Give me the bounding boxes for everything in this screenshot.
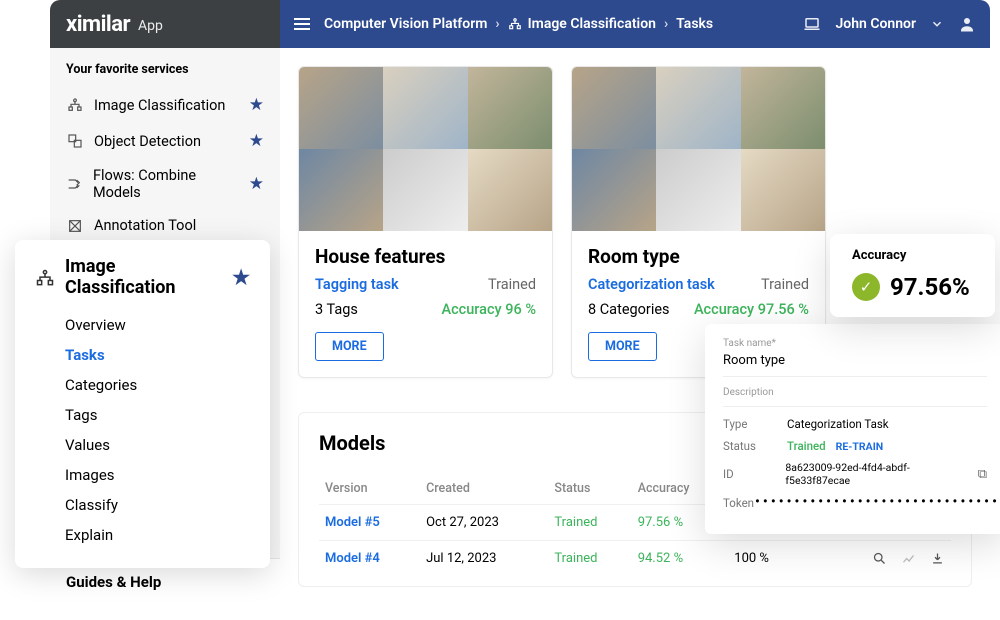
- chevron-right-icon: ›: [664, 16, 668, 32]
- card-accuracy: Accuracy 97.56 %: [694, 301, 809, 318]
- more-button[interactable]: MORE: [588, 332, 657, 361]
- flows-icon: [66, 176, 83, 192]
- sidebar-item-label: Image Classification: [94, 97, 225, 114]
- classification-icon: [66, 97, 84, 113]
- sidebar-item-label: Annotation Tool: [94, 217, 196, 234]
- detail-token: ••••••••••••••••••••••••••••••••••••••••: [754, 496, 1000, 509]
- submenu-item-overview[interactable]: Overview: [65, 310, 250, 340]
- sidebar-item-label: Flows: Combine Models: [93, 167, 239, 201]
- task-type-link[interactable]: Tagging task: [315, 276, 399, 293]
- model-accuracy: 94.52 %: [632, 541, 729, 577]
- breadcrumb-item[interactable]: Tasks: [676, 16, 713, 32]
- submenu-item-categories[interactable]: Categories: [65, 370, 250, 400]
- detail-name-label: Task name*: [723, 338, 987, 349]
- accuracy-value: 97.56%: [890, 273, 970, 301]
- card-thumbnails: [299, 67, 552, 231]
- card-title: House features: [315, 245, 536, 268]
- star-icon[interactable]: ★: [249, 131, 264, 151]
- chevron-down-icon[interactable]: [930, 16, 944, 32]
- logo-sub: App: [138, 18, 163, 34]
- detail-desc-label: Description: [723, 387, 987, 407]
- star-icon[interactable]: ★: [232, 265, 250, 289]
- detection-icon: [66, 133, 84, 149]
- card-thumbnails: [572, 67, 825, 231]
- annotation-icon: [66, 218, 84, 234]
- col-version: Version: [319, 473, 420, 505]
- submenu-item-images[interactable]: Images: [65, 460, 250, 490]
- card-meta: 8 Categories: [588, 301, 670, 318]
- breadcrumb-item[interactable]: Computer Vision Platform: [324, 16, 487, 32]
- accuracy-label: Accuracy: [852, 248, 973, 263]
- sidebar-title: Your favorite services: [50, 62, 280, 87]
- detail-type-label: Type: [723, 417, 787, 431]
- sidebar-item-flows[interactable]: Flows: Combine Models ★: [50, 159, 280, 209]
- accuracy-card: Accuracy ✓ 97.56%: [830, 234, 995, 317]
- sidebar-item-detection[interactable]: Object Detection ★: [50, 123, 280, 159]
- model-status: Trained: [548, 541, 631, 577]
- task-type-link[interactable]: Categorization task: [588, 276, 715, 293]
- detail-status-label: Status: [723, 439, 787, 453]
- sidebar-item-annotation[interactable]: Annotation Tool: [50, 209, 280, 242]
- submenu-title: Image Classification: [65, 256, 222, 298]
- classification-icon: [508, 16, 522, 32]
- menu-icon[interactable]: [294, 18, 310, 30]
- chart-icon[interactable]: [901, 551, 916, 566]
- laptop-icon[interactable]: [803, 15, 821, 33]
- submenu-item-tags[interactable]: Tags: [65, 400, 250, 430]
- table-row: Model #4 Jul 12, 2023Trained94.52 %100 %: [319, 541, 951, 577]
- sidebar-item-label: Object Detection: [94, 133, 201, 150]
- submenu-item-tasks[interactable]: Tasks: [65, 340, 250, 370]
- card-status: Trained: [761, 276, 809, 293]
- task-detail-panel: Task name* Room type Description Type Ca…: [705, 324, 1000, 534]
- check-icon: ✓: [852, 273, 880, 301]
- download-icon[interactable]: [930, 551, 945, 566]
- breadcrumb-item[interactable]: Image Classification: [528, 16, 656, 32]
- detail-token-label: Token: [723, 496, 754, 510]
- star-icon[interactable]: ★: [249, 95, 264, 115]
- detail-id-label: ID: [723, 467, 785, 481]
- star-icon[interactable]: ★: [249, 174, 264, 194]
- detail-type: Categorization Task: [787, 417, 889, 431]
- magnify-icon[interactable]: [872, 551, 887, 566]
- logo-text: ximilar: [66, 12, 130, 37]
- model-status: Trained: [548, 505, 631, 541]
- card-accuracy: Accuracy 96 %: [441, 301, 536, 318]
- logo-area: ximilar App: [50, 0, 280, 48]
- task-card-house[interactable]: House features Tagging task Trained 3 Ta…: [298, 66, 553, 378]
- classification-icon: [35, 266, 55, 287]
- submenu-card: Image Classification ★ OverviewTasksCate…: [15, 240, 270, 568]
- model-created: Oct 27, 2023: [420, 505, 548, 541]
- card-meta: 3 Tags: [315, 301, 358, 318]
- user-name[interactable]: John Connor: [835, 16, 916, 32]
- copy-icon[interactable]: ⧉: [978, 467, 987, 482]
- model-link[interactable]: Model #4: [325, 551, 380, 566]
- model-created: Jul 12, 2023: [420, 541, 548, 577]
- card-title: Room type: [588, 245, 809, 268]
- col-status: Status: [548, 473, 631, 505]
- nav-bar: Computer Vision Platform › Image Classif…: [280, 0, 990, 48]
- card-status: Trained: [488, 276, 536, 293]
- detail-id: 8a623009-92ed-4fd4-abdf-f5e33f87ecae: [785, 461, 969, 487]
- detail-status: Trained: [787, 439, 826, 453]
- chevron-right-icon: ›: [495, 16, 499, 32]
- col-created: Created: [420, 473, 548, 505]
- submenu-item-classify[interactable]: Classify: [65, 490, 250, 520]
- more-button[interactable]: MORE: [315, 332, 384, 361]
- model-link[interactable]: Model #5: [325, 515, 380, 530]
- submenu-item-values[interactable]: Values: [65, 430, 250, 460]
- submenu-item-explain[interactable]: Explain: [65, 520, 250, 550]
- model-progress: 100 %: [728, 541, 822, 577]
- sidebar-item-classification[interactable]: Image Classification ★: [50, 87, 280, 123]
- detail-name[interactable]: Room type: [723, 349, 987, 377]
- user-icon[interactable]: [958, 15, 976, 33]
- retrain-button[interactable]: RE-TRAIN: [836, 440, 884, 453]
- topbar: ximilar App Computer Vision Platform › I…: [50, 0, 990, 48]
